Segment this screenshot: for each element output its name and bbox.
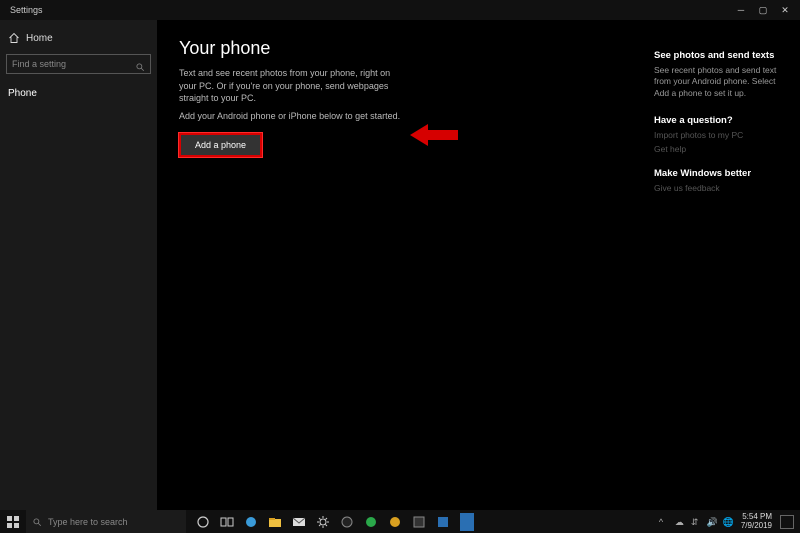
taskbar-pinned bbox=[196, 513, 474, 531]
minimize-button[interactable]: ─ bbox=[736, 5, 746, 16]
rc-link-feedback[interactable]: Give us feedback bbox=[654, 183, 790, 193]
app-icon-2[interactable] bbox=[388, 515, 402, 529]
search-icon bbox=[135, 59, 145, 69]
start-button[interactable] bbox=[0, 510, 26, 533]
page-description: Text and see recent photos from your pho… bbox=[179, 67, 409, 105]
taskbar-search-label: Type here to search bbox=[48, 517, 128, 527]
rc-text-1: See recent photos and send text from you… bbox=[654, 65, 790, 99]
rc-link-import[interactable]: Import photos to my PC bbox=[654, 130, 790, 140]
search-input[interactable] bbox=[12, 59, 135, 69]
taskbar-tray: ^ ☁ ⇵ 🔊 🌐 5:54 PM 7/9/2019 bbox=[659, 513, 800, 530]
titlebar: Settings ─ ▢ ✕ bbox=[0, 0, 800, 20]
settings-window: Settings ─ ▢ ✕ Home Phone Your ph bbox=[0, 0, 800, 510]
annotation-arrow bbox=[410, 124, 458, 146]
tray-icons: ^ ☁ ⇵ 🔊 🌐 bbox=[659, 517, 733, 527]
right-column: See photos and send texts See recent pho… bbox=[654, 20, 800, 510]
app-icon-1[interactable] bbox=[364, 515, 378, 529]
app-icon-4[interactable] bbox=[436, 515, 450, 529]
taskbar-search-icon bbox=[32, 517, 42, 527]
add-phone-button[interactable]: Add a phone bbox=[179, 133, 262, 157]
sidebar: Home Phone bbox=[0, 20, 157, 510]
taskbar: Type here to search ^ ☁ ⇵ 🔊 🌐 5:54 PM 7/… bbox=[0, 510, 800, 533]
rc-heading-3: Make Windows better bbox=[654, 168, 790, 179]
xbox-icon[interactable] bbox=[340, 515, 354, 529]
close-button[interactable]: ✕ bbox=[780, 5, 790, 16]
tray-network-icon[interactable]: ⇵ bbox=[691, 517, 701, 527]
cortana-icon[interactable] bbox=[196, 515, 210, 529]
maximize-button[interactable]: ▢ bbox=[758, 5, 768, 16]
window-title: Settings bbox=[6, 5, 43, 15]
running-app[interactable] bbox=[460, 513, 474, 531]
page-instruction: Add your Android phone or iPhone below t… bbox=[179, 111, 632, 121]
sidebar-item-phone[interactable]: Phone bbox=[6, 84, 151, 103]
edge-icon[interactable] bbox=[244, 515, 258, 529]
tray-cloud-icon[interactable]: ☁ bbox=[675, 517, 685, 527]
body: Home Phone Your phone Text and see recen… bbox=[0, 20, 800, 510]
explorer-icon[interactable] bbox=[268, 515, 282, 529]
mail-icon[interactable] bbox=[292, 515, 306, 529]
window-controls: ─ ▢ ✕ bbox=[736, 5, 794, 16]
tray-chevron-icon[interactable]: ^ bbox=[659, 517, 669, 527]
taskbar-search[interactable]: Type here to search bbox=[26, 510, 186, 533]
rc-link-help[interactable]: Get help bbox=[654, 144, 790, 154]
page-title: Your phone bbox=[179, 38, 632, 59]
clock-date: 7/9/2019 bbox=[741, 522, 772, 530]
tray-lang-icon[interactable]: 🌐 bbox=[723, 517, 733, 527]
home-nav[interactable]: Home bbox=[6, 28, 151, 48]
rc-section-feedback: Make Windows better Give us feedback bbox=[654, 168, 790, 193]
rc-section-question: Have a question? Import photos to my PC … bbox=[654, 115, 790, 154]
main-content: Your phone Text and see recent photos fr… bbox=[157, 20, 654, 510]
app-icon-3[interactable] bbox=[412, 515, 426, 529]
sidebar-search[interactable] bbox=[6, 54, 151, 74]
rc-section-photos: See photos and send texts See recent pho… bbox=[654, 50, 790, 99]
rc-heading-2: Have a question? bbox=[654, 115, 790, 126]
home-icon bbox=[8, 32, 20, 44]
action-center-icon[interactable] bbox=[780, 515, 794, 529]
settings-icon[interactable] bbox=[316, 515, 330, 529]
task-view-icon[interactable] bbox=[220, 515, 234, 529]
tray-volume-icon[interactable]: 🔊 bbox=[707, 517, 717, 527]
rc-heading-1: See photos and send texts bbox=[654, 50, 790, 61]
home-label: Home bbox=[26, 33, 53, 44]
taskbar-clock[interactable]: 5:54 PM 7/9/2019 bbox=[741, 513, 772, 530]
